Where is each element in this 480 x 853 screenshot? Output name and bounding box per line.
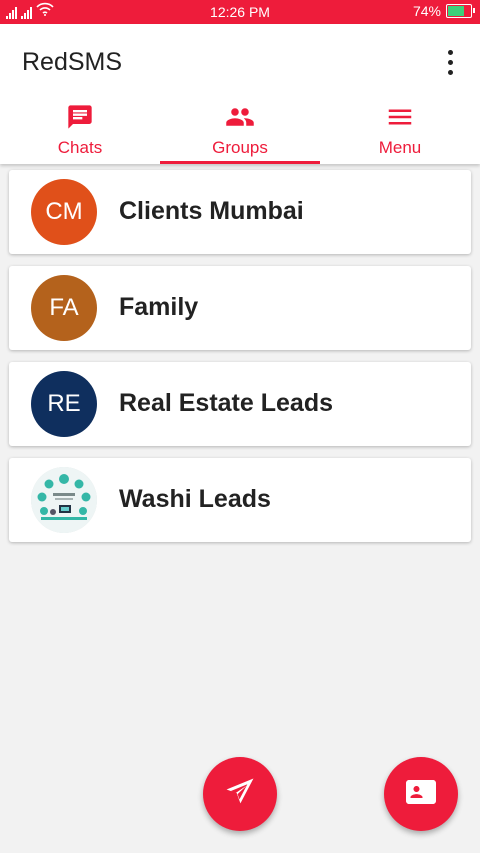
infographic-avatar-icon — [31, 467, 97, 533]
tab-label-menu: Menu — [378, 138, 422, 157]
avatar: RE — [31, 371, 97, 437]
group-item-washi-leads[interactable]: Washi Leads — [9, 458, 471, 542]
battery-level — [448, 6, 464, 16]
group-item-clients-mumbai[interactable]: CM Clients Mumbai — [9, 170, 471, 254]
group-name: Real Estate Leads — [119, 389, 333, 417]
tab-chats[interactable]: Chats — [0, 102, 160, 164]
app-bar: RedSMS Chats Groups Menu — [0, 24, 480, 164]
chat-icon — [65, 102, 95, 132]
avatar-image — [31, 467, 97, 533]
group-name: Family — [119, 293, 199, 321]
group-list: CM Clients Mumbai FA Family RE Real Esta… — [9, 170, 471, 554]
group-name: Washi Leads — [119, 485, 271, 513]
status-bar: 12:26 PM 74% — [0, 0, 480, 24]
app-title: RedSMS — [22, 48, 123, 76]
battery-icon — [446, 4, 475, 18]
contacts-button[interactable] — [384, 757, 458, 831]
contact-card-icon — [403, 774, 439, 815]
tab-bar: Chats Groups Menu — [0, 102, 480, 164]
group-name: Clients Mumbai — [119, 197, 304, 225]
tab-menu[interactable]: Menu — [320, 102, 480, 164]
tab-label-chats: Chats — [57, 138, 103, 157]
menu-icon — [385, 102, 415, 132]
tab-groups[interactable]: Groups — [160, 102, 320, 164]
clock: 12:26 PM — [210, 4, 270, 20]
avatar: CM — [31, 179, 97, 245]
group-item-family[interactable]: FA Family — [9, 266, 471, 350]
group-icon — [225, 102, 255, 132]
more-vert-icon[interactable] — [438, 48, 462, 76]
battery-percent: 74% — [412, 3, 441, 19]
group-item-real-estate-leads[interactable]: RE Real Estate Leads — [9, 362, 471, 446]
tab-label-groups: Groups — [212, 138, 268, 157]
send-icon — [223, 775, 257, 814]
avatar: FA — [31, 275, 97, 341]
send-message-button[interactable] — [203, 757, 277, 831]
